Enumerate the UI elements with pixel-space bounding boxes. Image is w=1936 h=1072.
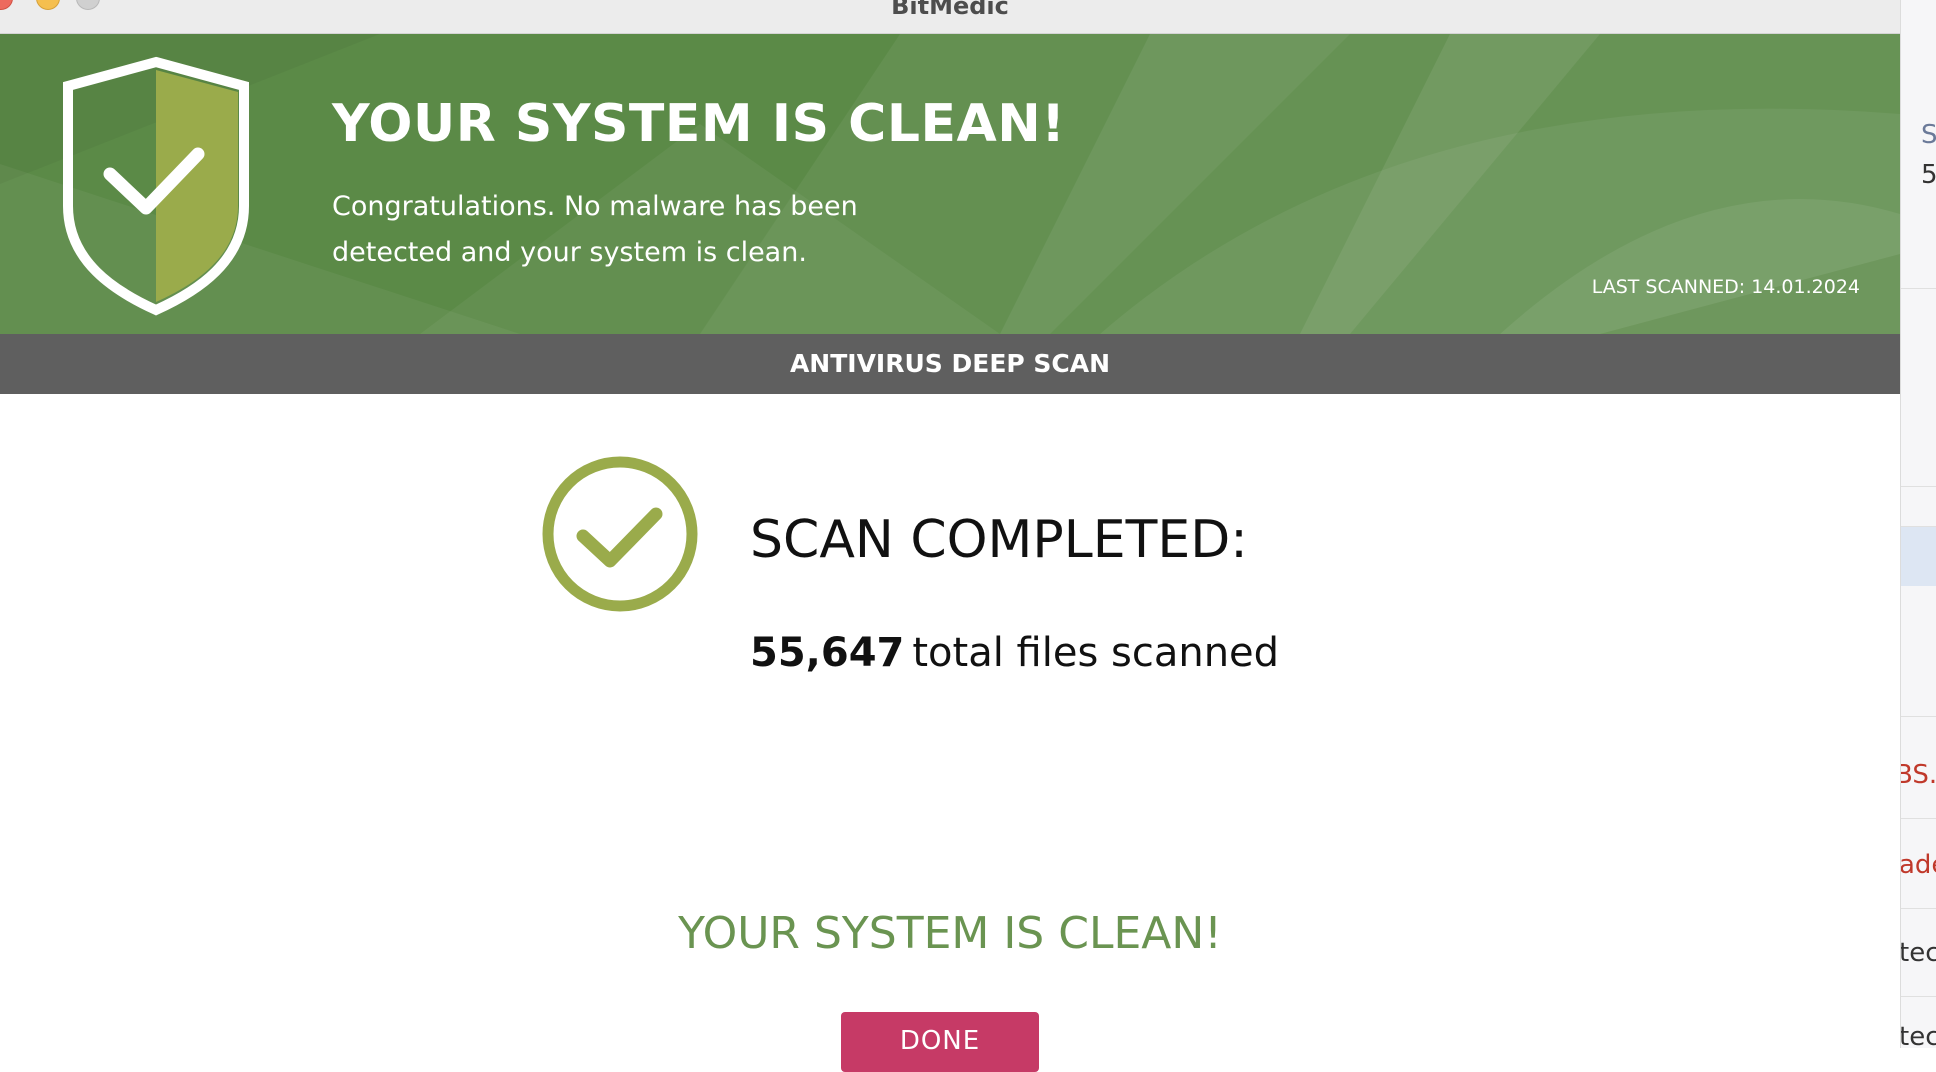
background-row-divider [1901,288,1936,289]
files-scanned-count: 55,647 [750,630,905,676]
result-message: YOUR SYSTEM IS CLEAN! [678,908,1222,959]
banner-subtitle: Congratulations. No malware has been det… [332,191,858,268]
last-scanned-date: 14.01.2024 [1751,276,1860,298]
background-text-fragment: ade [1900,850,1936,880]
background-selected-row [1901,526,1936,586]
background-row-divider [1901,716,1936,717]
scan-status-title: SCAN COMPLETED: [750,510,1248,570]
background-row-divider [1901,996,1936,997]
background-text-fragment: BS./ [1901,760,1936,790]
window-title: BitMedic [891,0,1009,20]
section-title-bar: ANTIVIRUS DEEP SCAN [0,334,1900,394]
check-circle-icon [542,456,698,612]
background-text-fragment: tec [1900,938,1936,968]
last-scanned-label: LAST SCANNED: [1591,276,1746,298]
background-text-fragment: S [1921,120,1936,150]
background-text-fragment: 5 [1921,160,1936,190]
last-scanned-info: LAST SCANNED: 14.01.2024 [1586,276,1860,298]
shield-check-icon [63,56,249,316]
background-row-divider [1901,908,1936,909]
background-window: S 5 BS./ ade tec tec [1900,0,1936,1048]
files-scanned-label: total files scanned [912,630,1280,676]
files-scanned-summary: 55,647 total files scanned [750,630,1279,676]
window-titlebar: BitMedic [0,0,1900,34]
status-banner: YOUR SYSTEM IS CLEAN! Congratulations. N… [0,34,1900,334]
background-row-divider [1901,486,1936,487]
done-button[interactable]: DONE [841,1012,1039,1072]
background-text-fragment: tec [1900,1022,1936,1048]
background-row-divider [1901,818,1936,819]
banner-title: YOUR SYSTEM IS CLEAN! [332,94,1066,154]
